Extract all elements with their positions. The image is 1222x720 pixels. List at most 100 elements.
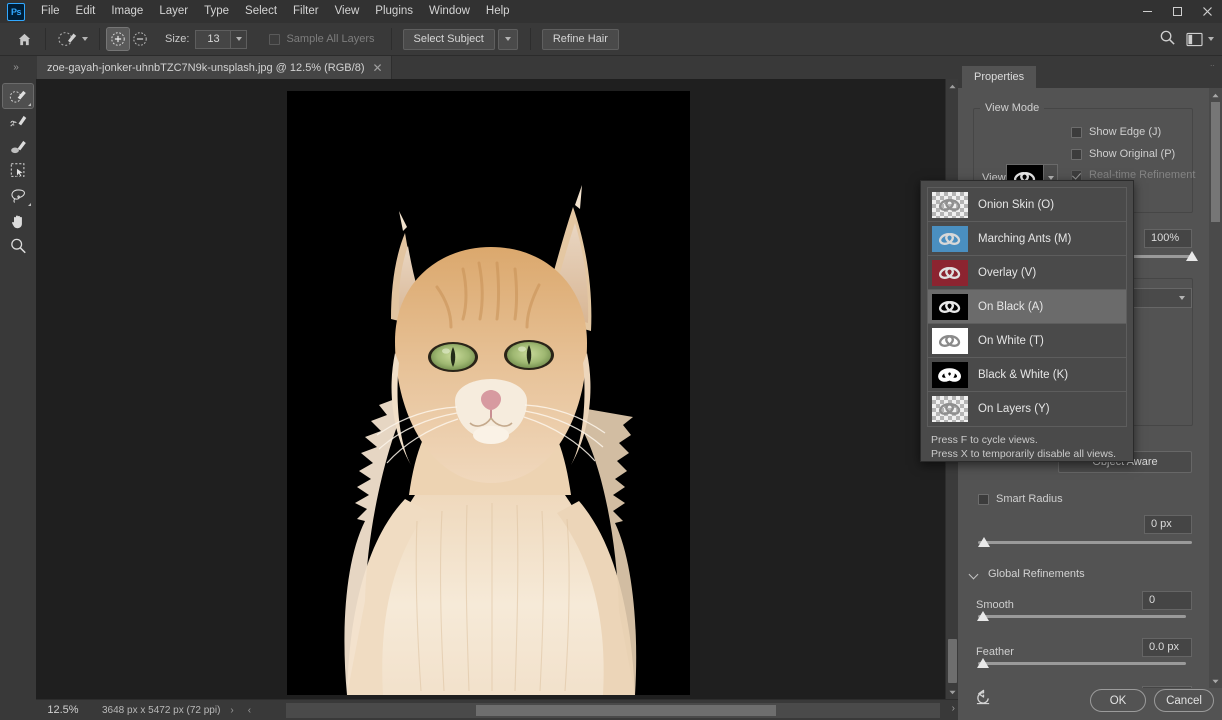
refine-hair-button[interactable]: Refine Hair — [541, 28, 619, 50]
menu-item-image[interactable]: Image — [103, 0, 151, 23]
subtract-from-selection-button[interactable] — [129, 28, 151, 50]
view-mode-item-on-black-a[interactable]: On Black (A) — [928, 290, 1126, 324]
view-mode-item-marching-ants-m[interactable]: Marching Ants (M) — [928, 222, 1126, 256]
photoshop-logo-icon: Ps — [7, 2, 25, 21]
feather-input[interactable]: 0.0 px — [1142, 638, 1192, 657]
search-icon[interactable] — [1159, 29, 1176, 49]
menu-item-plugins[interactable]: Plugins — [367, 0, 421, 23]
properties-scroll-thumb[interactable] — [1211, 102, 1220, 222]
view-mode-item-on-layers-y[interactable]: On Layers (Y) — [928, 392, 1126, 426]
chevron-down-icon — [970, 570, 979, 579]
show-original-checkbox[interactable] — [1071, 148, 1082, 160]
view-mode-item-label: On White (T) — [978, 334, 1044, 347]
zoom-tool[interactable] — [3, 234, 33, 258]
view-mode-group-label: View Mode — [980, 102, 1045, 114]
view-mode-item-black-white-k[interactable]: Black & White (K) — [928, 358, 1126, 392]
ok-button[interactable]: OK — [1090, 689, 1146, 712]
properties-scrollbar[interactable] — [1209, 88, 1222, 688]
smart-radius-checkbox[interactable] — [978, 493, 989, 505]
view-mode-dropdown-menu[interactable]: Onion Skin (O) Marching Ants (M) Overlay (… — [920, 180, 1134, 462]
scroll-right-icon[interactable]: › — [952, 703, 955, 714]
tool-preset-picker[interactable] — [53, 29, 92, 49]
scroll-up-icon[interactable] — [1209, 88, 1222, 102]
feather-slider-track[interactable] — [978, 662, 1186, 665]
canvas-area[interactable] — [36, 79, 958, 699]
view-mode-item-label: Marching Ants (M) — [978, 232, 1072, 245]
menu-item-window[interactable]: Window — [421, 0, 478, 23]
object-selection-tool[interactable] — [3, 159, 33, 183]
smooth-slider-track[interactable] — [978, 615, 1186, 618]
select-subject-button[interactable]: Select Subject — [402, 28, 495, 50]
show-edge-label: Show Edge (J) — [1089, 126, 1162, 138]
radius-slider-track[interactable] — [978, 541, 1192, 544]
close-icon[interactable]: ✕ — [372, 62, 382, 74]
menu-item-select[interactable]: Select — [237, 0, 285, 23]
view-mode-item-label: On Black (A) — [978, 300, 1044, 313]
view-mode-thumbnail-icon — [932, 225, 968, 252]
quick-selection-tool[interactable] — [2, 83, 34, 109]
view-mode-item-overlay-v[interactable]: Overlay (V) — [928, 256, 1126, 290]
hand-tool[interactable] — [3, 209, 33, 233]
left-panel-expand-button[interactable]: » — [0, 56, 32, 79]
view-mode-item-on-white-t[interactable]: On White (T) — [928, 324, 1126, 358]
menu-item-edit[interactable]: Edit — [68, 0, 104, 23]
smart-radius-control[interactable]: Smart Radius — [978, 493, 1063, 505]
canvas-horizontal-scrollbar[interactable] — [286, 703, 940, 718]
menu-item-help[interactable]: Help — [478, 0, 518, 23]
view-mode-item-label: Black & White (K) — [978, 368, 1069, 381]
tab-properties[interactable]: Properties — [962, 66, 1037, 88]
view-mode-item-label: Overlay (V) — [978, 266, 1037, 279]
maximize-button[interactable] — [1162, 0, 1192, 23]
realtime-refinement-checkbox[interactable] — [1071, 169, 1082, 181]
refine-edge-brush-tool[interactable] — [3, 109, 33, 133]
home-icon[interactable] — [10, 25, 38, 53]
document-tab[interactable]: zoe-gayah-jonker-uhnbTZC7N9k-unsplash.jp… — [37, 56, 392, 79]
reset-icon[interactable] — [975, 689, 992, 708]
lasso-tool[interactable] — [3, 184, 33, 208]
global-refinements-header[interactable]: Global Refinements — [970, 568, 1085, 580]
sample-all-layers-checkbox[interactable] — [269, 33, 281, 45]
view-mode-thumbnail-icon — [932, 259, 968, 286]
status-expand-icon[interactable]: › — [230, 705, 233, 716]
menu-item-file[interactable]: File — [33, 0, 68, 23]
status-bar: 12.5% 3648 px x 5472 px (72 ppi) › ‹ › — [36, 699, 958, 720]
properties-tab-row: Properties — [958, 66, 1222, 88]
menu-item-layer[interactable]: Layer — [151, 0, 196, 23]
minimize-button[interactable] — [1132, 0, 1162, 23]
cat-image — [287, 91, 690, 695]
show-edge-checkbox[interactable] — [1071, 126, 1082, 138]
scroll-left-icon[interactable]: ‹ — [248, 705, 251, 716]
menu-item-filter[interactable]: Filter — [285, 0, 327, 23]
zoom-level[interactable]: 12.5% — [36, 704, 90, 716]
vertical-scroll-thumb[interactable] — [948, 639, 957, 683]
brush-size-dropdown[interactable] — [231, 29, 248, 49]
opacity-input[interactable]: 100% — [1144, 229, 1192, 248]
smooth-input[interactable]: 0 — [1142, 591, 1192, 610]
document-tab-title: zoe-gayah-jonker-uhnbTZC7N9k-unsplash.jp… — [47, 61, 365, 74]
smooth-label: Smooth — [976, 599, 1014, 611]
horizontal-scroll-thumb[interactable] — [476, 705, 776, 716]
view-mode-thumbnail-icon — [932, 361, 968, 388]
show-edge-row[interactable]: Show Edge (J) — [1071, 126, 1161, 138]
show-original-row[interactable]: Show Original (P) — [1071, 148, 1175, 160]
workspace-switcher-button[interactable] — [1186, 32, 1214, 47]
chevron-down-icon — [1208, 37, 1214, 41]
view-mode-item-onion-skin-o[interactable]: Onion Skin (O) — [928, 188, 1126, 222]
brush-tool[interactable] — [3, 134, 33, 158]
view-mode-thumbnail-icon — [932, 396, 968, 422]
brush-size-input[interactable]: 13 — [195, 29, 232, 49]
radius-input[interactable]: 0 px — [1144, 515, 1192, 534]
options-bar: Size: 13 Sample All Layers Select Subjec… — [0, 23, 1222, 56]
document-canvas[interactable] — [287, 91, 690, 695]
view-mode-item-label: On Layers (Y) — [978, 403, 1050, 415]
menu-item-view[interactable]: View — [327, 0, 368, 23]
photoshop-window: Ps File Edit Image Layer Type Select Filter Vie… — [0, 0, 1222, 720]
menu-item-type[interactable]: Type — [196, 0, 237, 23]
cancel-button[interactable]: Cancel — [1154, 689, 1214, 712]
select-subject-options-button[interactable] — [497, 28, 518, 50]
add-to-selection-button[interactable] — [106, 27, 130, 51]
hint-cycle-views: Press F to cycle views. — [931, 434, 1038, 446]
show-original-label: Show Original (P) — [1089, 148, 1176, 160]
close-button[interactable] — [1192, 0, 1222, 23]
hint-disable-views: Press X to temporarily disable all views… — [931, 448, 1116, 460]
